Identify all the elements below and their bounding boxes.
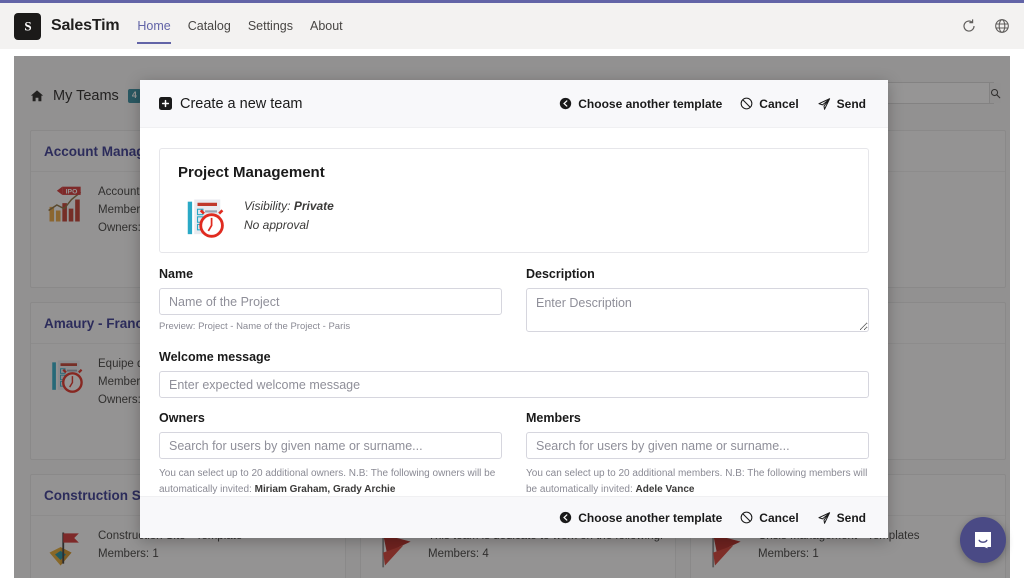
form-row-name-description: Name Preview: Project - Name of the Proj… bbox=[159, 267, 869, 337]
main-nav: Home Catalog Settings About bbox=[137, 3, 343, 49]
send-button-label-footer: Send bbox=[836, 510, 866, 525]
send-button-label: Send bbox=[836, 96, 866, 111]
create-team-form: Name Preview: Project - Name of the Proj… bbox=[140, 253, 888, 497]
owners-hint: You can select up to 20 additional owner… bbox=[159, 466, 502, 497]
cancel-button-label: Cancel bbox=[759, 96, 799, 111]
top-navigation-bar: S SalesTim Home Catalog Settings About bbox=[0, 0, 1024, 49]
welcome-field-group: Welcome message bbox=[159, 350, 869, 398]
choose-another-template-button-footer[interactable]: Choose another template bbox=[559, 511, 722, 525]
send-button[interactable]: Send bbox=[817, 97, 866, 111]
template-approval: No approval bbox=[244, 218, 309, 233]
nav-item-catalog[interactable]: Catalog bbox=[188, 3, 231, 49]
cancel-button-label-footer: Cancel bbox=[759, 510, 799, 525]
owners-field-label: Owners bbox=[159, 411, 205, 425]
dialog-header: Create a new team Choose another templat… bbox=[140, 80, 888, 128]
selected-template-card: Project Management Visibility: Private N… bbox=[159, 148, 869, 253]
choose-another-template-button[interactable]: Choose another template bbox=[559, 97, 722, 111]
owners-search-input[interactable] bbox=[159, 432, 502, 459]
refresh-icon[interactable] bbox=[961, 18, 977, 34]
arrow-circle-left-icon bbox=[560, 511, 572, 524]
paper-plane-icon bbox=[818, 511, 830, 524]
plus-square-icon bbox=[159, 97, 172, 110]
welcome-message-input[interactable] bbox=[159, 371, 869, 398]
template-visibility-value: Private bbox=[293, 199, 334, 213]
dialog-footer: Choose another template Cancel Send bbox=[140, 496, 888, 538]
name-field-group: Name Preview: Project - Name of the Proj… bbox=[159, 267, 502, 337]
members-hint: You can select up to 20 additional membe… bbox=[526, 466, 869, 497]
ban-circle-icon bbox=[740, 511, 753, 524]
nav-item-settings[interactable]: Settings bbox=[248, 3, 293, 49]
nav-item-catalog-label: Catalog bbox=[187, 19, 231, 33]
members-hint-text: You can select up to 20 additional membe… bbox=[526, 468, 868, 495]
cancel-button[interactable]: Cancel bbox=[740, 96, 799, 111]
nav-item-home-label: Home bbox=[137, 19, 171, 33]
nav-item-home[interactable]: Home bbox=[137, 3, 172, 49]
owners-hint-names: Miriam Graham, Grady Archie bbox=[254, 483, 396, 495]
chat-widget-button[interactable] bbox=[960, 517, 1006, 563]
svg-text:S: S bbox=[24, 19, 31, 34]
form-row-owners-members: Owners You can select up to 20 additiona… bbox=[159, 411, 869, 497]
create-team-dialog: Create a new team Choose another templat… bbox=[140, 80, 888, 538]
ban-circle-icon bbox=[740, 97, 753, 110]
cancel-button-footer[interactable]: Cancel bbox=[740, 510, 799, 525]
brand-name: SalesTim bbox=[51, 17, 120, 34]
app-root: S SalesTim Home Catalog Settings About M… bbox=[0, 0, 1024, 578]
name-input[interactable] bbox=[159, 288, 502, 315]
description-field-label: Description bbox=[526, 267, 595, 281]
description-textarea[interactable] bbox=[526, 288, 869, 332]
members-field-group: Members You can select up to 20 addition… bbox=[526, 411, 869, 497]
arrow-circle-left-icon bbox=[560, 97, 572, 110]
project-management-icon bbox=[187, 199, 224, 238]
send-button-footer[interactable]: Send bbox=[817, 511, 866, 525]
choose-another-template-label: Choose another template bbox=[578, 96, 723, 111]
nav-item-settings-label: Settings bbox=[247, 19, 293, 33]
dialog-title: Create a new team bbox=[159, 96, 303, 112]
name-preview-hint: Preview: Project - Name of the Project -… bbox=[159, 321, 351, 332]
description-field-group: Description bbox=[526, 267, 869, 337]
template-visibility-label: Visibility: bbox=[244, 199, 291, 213]
dialog-header-actions: Choose another template Cancel Send bbox=[559, 97, 866, 111]
topbar-actions bbox=[961, 18, 1010, 34]
owners-field-group: Owners You can select up to 20 additiona… bbox=[159, 411, 502, 497]
nav-item-about[interactable]: About bbox=[310, 3, 343, 49]
template-summary: Visibility: Private No approval bbox=[178, 193, 850, 245]
template-name: Project Management bbox=[178, 164, 325, 181]
template-visibility-row: Visibility: Private bbox=[244, 197, 334, 216]
members-field-label: Members bbox=[526, 411, 581, 425]
nav-item-about-label: About bbox=[309, 19, 343, 33]
template-meta: Visibility: Private No approval bbox=[244, 193, 334, 235]
app-logo[interactable]: S bbox=[14, 12, 41, 40]
dialog-title-label: Create a new team bbox=[180, 95, 303, 112]
welcome-field-label: Welcome message bbox=[159, 350, 271, 364]
members-search-input[interactable] bbox=[526, 432, 869, 459]
name-field-label: Name bbox=[159, 267, 194, 281]
globe-icon[interactable] bbox=[994, 18, 1010, 34]
choose-another-template-label-footer: Choose another template bbox=[578, 510, 723, 525]
paper-plane-icon bbox=[818, 97, 830, 110]
chat-bubble-icon bbox=[975, 532, 991, 549]
members-hint-names: Adele Vance bbox=[635, 483, 695, 495]
